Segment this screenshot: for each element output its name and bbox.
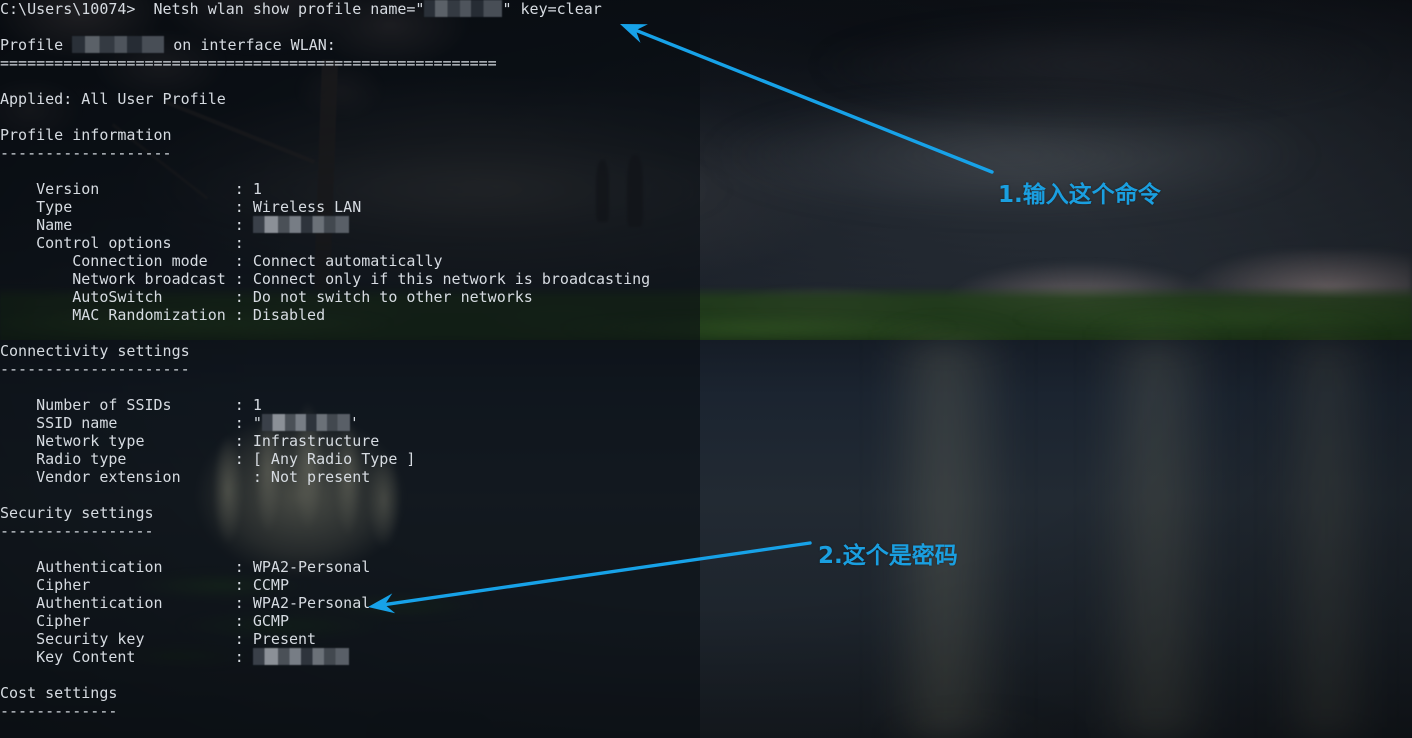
- console-section-underline: ---------------------: [0, 360, 190, 378]
- redacted-mosaic: [252, 216, 349, 233]
- console-setting-row: Control options :: [0, 234, 253, 252]
- console-setting-row: MAC Randomization : Disabled: [0, 306, 326, 324]
- console-section-title: Cost settings: [0, 684, 118, 702]
- console-setting-row: Vendor extension : Not present: [0, 468, 371, 486]
- console-setting-row: Version : 1: [0, 180, 262, 198]
- redacted-mosaic: [72, 36, 165, 53]
- console-setting-row: Key Content :: [0, 648, 700, 666]
- console-setting-row: Cipher : CCMP: [0, 576, 289, 594]
- console-setting-row: Connection mode : Connect automatically: [0, 252, 443, 270]
- console-setting-row: Security key : Present: [0, 630, 317, 648]
- console-setting-row: Cipher : GCMP: [0, 612, 289, 630]
- console-setting-row: AutoSwitch : Do not switch to other netw…: [0, 288, 533, 306]
- annotation-label-this-is-password: 2.这个是密码: [818, 543, 958, 569]
- console-section-underline: -----------------: [0, 522, 154, 540]
- console-section-underline: -------------: [0, 702, 118, 720]
- console-applied-line: Applied: All User Profile: [0, 90, 226, 108]
- command-prompt-output[interactable]: C:\Users\10074> Netsh wlan show profile …: [0, 0, 700, 738]
- console-prompt-line: C:\Users\10074> Netsh wlan show profile …: [0, 0, 602, 18]
- redacted-mosaic: [261, 414, 350, 431]
- redacted-mosaic: [252, 648, 349, 665]
- console-setting-row: Radio type : [ Any Radio Type ]: [0, 450, 416, 468]
- console-separator: ========================================…: [0, 54, 497, 72]
- console-setting-row: SSID name : " ': [0, 414, 359, 432]
- console-section-title: Security settings: [0, 504, 154, 522]
- console-section-title: Profile information: [0, 126, 172, 144]
- console-profile-line: Profile on interface WLAN:: [0, 36, 336, 54]
- console-setting-row: Authentication : WPA2-Personal: [0, 594, 371, 612]
- console-setting-row: Network type : Infrastructure: [0, 432, 380, 450]
- redacted-mosaic: [424, 0, 503, 17]
- screen-root: C:\Users\10074> Netsh wlan show profile …: [0, 0, 1412, 738]
- annotation-label-enter-command: 1.输入这个命令: [998, 182, 1161, 208]
- console-setting-row: Authentication : WPA2-Personal: [0, 558, 371, 576]
- console-setting-row: Name :: [0, 216, 700, 234]
- console-setting-row: Network broadcast : Connect only if this…: [0, 270, 651, 288]
- console-section-underline: -------------------: [0, 144, 172, 162]
- console-section-title: Connectivity settings: [0, 342, 190, 360]
- console-setting-row: Number of SSIDs : 1: [0, 396, 262, 414]
- console-setting-row: Type : Wireless LAN: [0, 198, 362, 216]
